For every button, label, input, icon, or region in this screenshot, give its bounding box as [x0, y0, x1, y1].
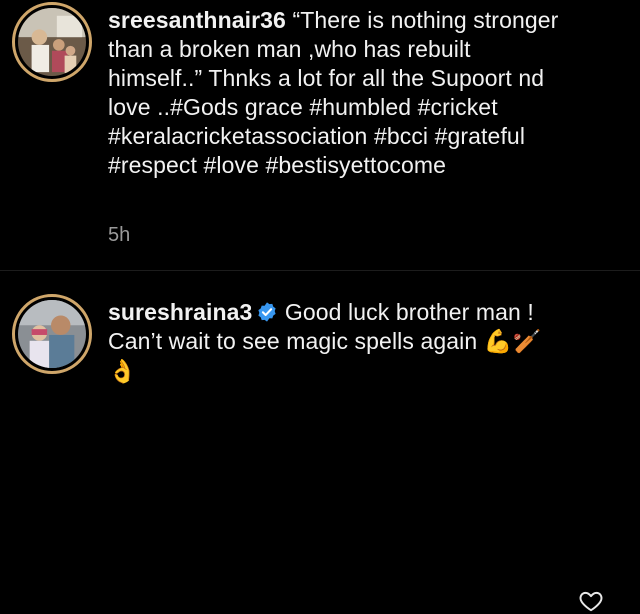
- verified-badge-icon: [258, 302, 277, 322]
- caption-username[interactable]: sreesanthnair36: [108, 7, 286, 33]
- divider: [0, 270, 640, 271]
- caption-post: sreesanthnair36 “There is nothing strong…: [0, 0, 640, 268]
- avatar-photo: [18, 300, 86, 368]
- heart-outline-icon[interactable]: [578, 588, 604, 614]
- caption-timestamp: 5h: [108, 224, 131, 246]
- comment-username[interactable]: sureshraina3: [108, 299, 252, 325]
- avatar-photo: [18, 8, 86, 76]
- comment: sureshraina3 Good luck brother man ! Can…: [0, 272, 640, 612]
- comment-text: sureshraina3 Good luck brother man ! Can…: [108, 298, 548, 387]
- caption-text: sreesanthnair36 “There is nothing strong…: [108, 6, 568, 180]
- avatar[interactable]: [12, 2, 92, 82]
- avatar[interactable]: [12, 294, 92, 374]
